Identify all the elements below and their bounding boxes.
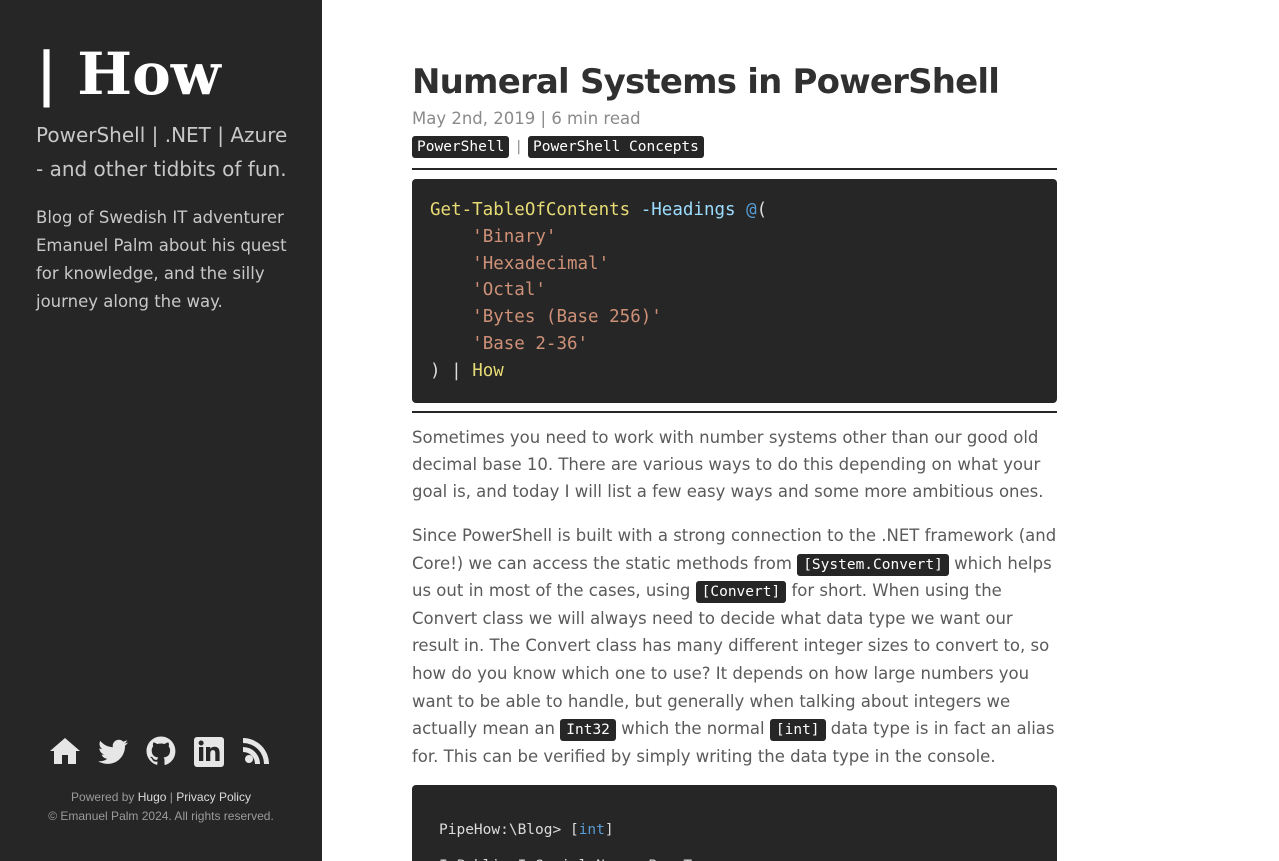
toc-item-binary[interactable]: 'Binary' xyxy=(472,227,556,247)
footer-separator: | xyxy=(169,790,173,804)
toc-item-hexadecimal[interactable]: 'Hexadecimal' xyxy=(472,254,609,274)
privacy-policy-link[interactable]: Privacy Policy xyxy=(176,790,251,804)
tag-powershell-concepts[interactable]: PowerShell Concepts xyxy=(528,136,704,158)
linkedin-icon[interactable] xyxy=(193,734,225,768)
site-title-link[interactable]: | How xyxy=(36,38,221,110)
convert-paragraph: Since PowerShell is built with a strong … xyxy=(412,522,1057,770)
copyright-text: © Emanuel Palm 2024. All rights reserved… xyxy=(48,809,274,823)
twitter-icon[interactable] xyxy=(97,734,129,768)
post-title: Numeral Systems in PowerShell xyxy=(412,62,1000,102)
toc-item-octal[interactable]: 'Octal' xyxy=(472,280,546,300)
console-bracket-close: ] xyxy=(604,822,614,838)
inline-code-int: [int] xyxy=(769,719,826,742)
code-pipe: | xyxy=(451,360,462,381)
code-open-paren: ( xyxy=(756,200,768,220)
divider-bottom xyxy=(412,411,1057,413)
inline-code-system-convert: [System.Convert] xyxy=(797,553,949,576)
console-prompt: PipeHow:\Blog> xyxy=(439,822,570,838)
tag-separator: | xyxy=(516,139,522,155)
divider-top xyxy=(412,168,1057,170)
toc-item-bytes[interactable]: 'Bytes (Base 256)' xyxy=(472,307,662,327)
powered-by-text: Powered by xyxy=(71,790,135,804)
site-tagline: PowerShell | .NET | Azure - and other ti… xyxy=(36,123,288,181)
console-bracket-open: [ xyxy=(569,822,579,838)
code-parameter: -Headings xyxy=(640,200,736,220)
convert-text-3: for short. When using the Convert class … xyxy=(412,581,1050,739)
sidebar-footer: Powered by Hugo | Privacy Policy © Emanu… xyxy=(0,788,322,826)
social-links xyxy=(0,734,322,768)
intro-paragraph: Sometimes you need to work with number s… xyxy=(412,428,1044,501)
convert-text-4: which the normal xyxy=(615,719,770,739)
inline-code-int32: Int32 xyxy=(560,719,616,742)
console-code-block: PipeHow:\Blog> [int] IsPublic IsSerial Na… xyxy=(412,785,1057,861)
github-icon[interactable] xyxy=(145,734,177,768)
table-of-contents-code: Get-TableOfContents -Headings @( 'Binary… xyxy=(412,179,1057,403)
code-pipe-command: How xyxy=(472,360,504,381)
rss-icon[interactable] xyxy=(241,734,273,768)
tag-powershell[interactable]: PowerShell xyxy=(412,136,510,158)
powered-by-line: Powered by Hugo | Privacy Policy xyxy=(0,788,322,807)
toc-item-base-2-36[interactable]: 'Base 2-36' xyxy=(472,334,588,354)
inline-code-convert: [Convert] xyxy=(695,581,787,604)
sidebar: | How PowerShell | .NET | Azure - and ot… xyxy=(0,0,322,861)
post-meta: May 2nd, 2019 | 6 min read xyxy=(412,109,641,128)
code-close-paren: ) xyxy=(430,360,441,381)
console-output-header: IsPublic IsSerial Name BaseType xyxy=(439,848,1030,861)
home-icon[interactable] xyxy=(49,734,81,768)
site-about: Blog of Swedish IT adventurer Emanuel Pa… xyxy=(36,208,287,311)
console-type: int xyxy=(578,822,605,838)
code-array-at: @ xyxy=(746,200,757,220)
code-command: Get-TableOfContents xyxy=(430,200,631,220)
hugo-link[interactable]: Hugo xyxy=(138,790,167,804)
post-tags: PowerShell | PowerShell Concepts xyxy=(412,136,704,158)
